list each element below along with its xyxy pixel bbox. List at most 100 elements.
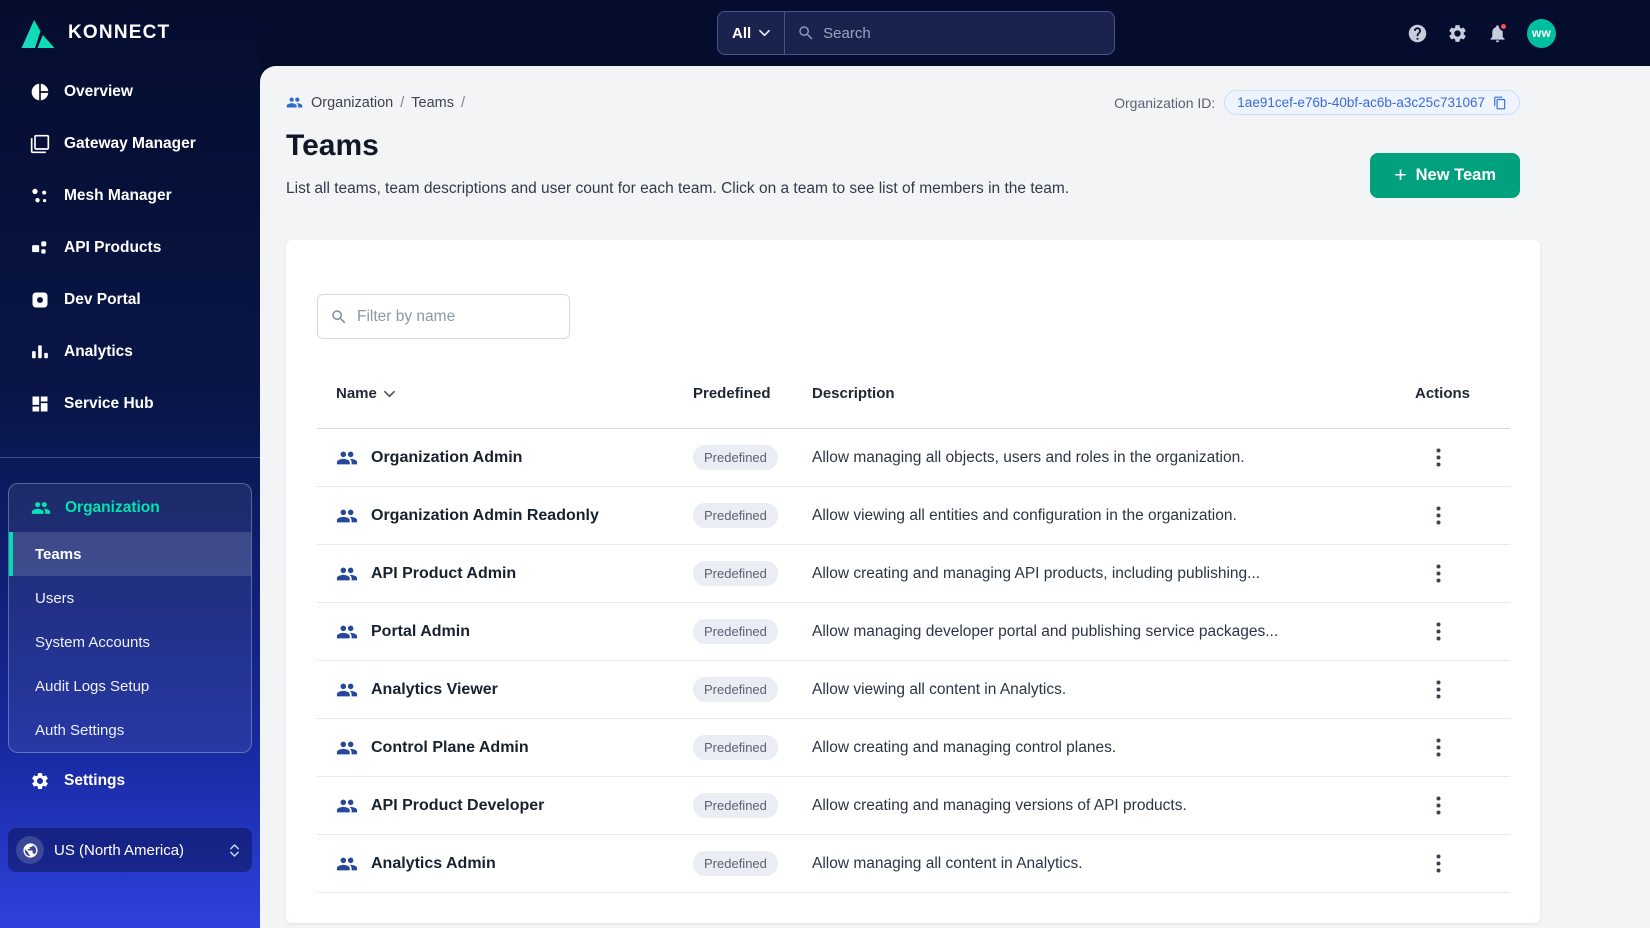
sidebar-item-api-products[interactable]: API Products	[0, 222, 260, 274]
filter-search-icon	[330, 308, 348, 326]
content-area: Organization / Teams / Organization ID: …	[260, 66, 1650, 928]
predefined-cell: Predefined	[693, 793, 812, 818]
org-id-pill[interactable]: 1ae91cef-e76b-40bf-ac6b-a3c25c731067	[1224, 90, 1520, 115]
breadcrumb-organization[interactable]: Organization	[311, 95, 393, 111]
globe-icon	[16, 836, 44, 864]
predefined-cell: Predefined	[693, 735, 812, 760]
table-row[interactable]: API Product Developer Predefined Allow c…	[317, 777, 1510, 835]
title-block: Teams List all teams, team descriptions …	[286, 130, 1069, 198]
table-row[interactable]: Analytics Viewer Predefined Allow viewin…	[317, 661, 1510, 719]
sidebar-subitem-system-accounts[interactable]: System Accounts	[9, 620, 251, 664]
kebab-menu-icon[interactable]	[1436, 796, 1441, 815]
team-people-icon	[336, 563, 358, 585]
kebab-menu-icon[interactable]	[1436, 506, 1441, 525]
predefined-badge: Predefined	[693, 619, 778, 644]
breadcrumb-separator: /	[400, 94, 405, 111]
actions-cell	[1390, 796, 1510, 815]
team-name-cell: Portal Admin	[317, 621, 693, 643]
organization-subnav: Teams Users System Accounts Audit Logs S…	[9, 532, 251, 752]
team-name: Organization Admin	[371, 448, 523, 466]
settings-gear-icon	[30, 771, 50, 791]
teams-table-body: Organization Admin Predefined Allow mana…	[317, 429, 1510, 893]
filter-input-wrapper[interactable]	[317, 294, 570, 339]
sort-chevron-down-icon	[384, 390, 395, 398]
sidebar-item-mesh-manager[interactable]: Mesh Manager	[0, 170, 260, 222]
sidebar-subitem-auth-settings[interactable]: Auth Settings	[9, 708, 251, 752]
team-name: API Product Admin	[371, 564, 517, 582]
page-title: Teams	[286, 129, 379, 162]
new-team-button[interactable]: + New Team	[1370, 153, 1520, 198]
table-row[interactable]: API Product Admin Predefined Allow creat…	[317, 545, 1510, 603]
kebab-menu-icon[interactable]	[1436, 854, 1441, 873]
kebab-menu-icon[interactable]	[1436, 738, 1441, 757]
team-people-icon	[336, 853, 358, 875]
konnect-logo[interactable]: KONNECT	[0, 0, 260, 66]
predefined-badge: Predefined	[693, 445, 778, 470]
help-icon[interactable]	[1407, 23, 1428, 44]
team-name-cell: Control Plane Admin	[317, 737, 693, 759]
kebab-menu-icon[interactable]	[1436, 680, 1441, 699]
table-row[interactable]: Control Plane Admin Predefined Allow cre…	[317, 719, 1510, 777]
team-name: Control Plane Admin	[371, 738, 529, 756]
table-header: Name Predefined Description Actions	[317, 385, 1510, 429]
sidebar-item-organization[interactable]: Organization	[9, 484, 251, 532]
team-name: Analytics Admin	[371, 854, 496, 872]
sidebar-item-gateway-manager[interactable]: Gateway Manager	[0, 118, 260, 170]
content-header: Organization / Teams / Organization ID: …	[286, 90, 1540, 198]
actions-cell	[1390, 680, 1510, 699]
team-people-icon	[336, 447, 358, 469]
column-header-description: Description	[812, 385, 895, 402]
copy-icon[interactable]	[1493, 96, 1507, 110]
breadcrumb-teams[interactable]: Teams	[411, 95, 454, 111]
predefined-cell: Predefined	[693, 677, 812, 702]
global-search[interactable]: All	[717, 11, 1115, 55]
team-people-icon	[336, 679, 358, 701]
team-name-cell: API Product Admin	[317, 563, 693, 585]
gateway-manager-icon	[30, 134, 50, 154]
search-input[interactable]	[823, 24, 1114, 42]
table-row[interactable]: Organization Admin Readonly Predefined A…	[317, 487, 1510, 545]
team-people-icon	[336, 795, 358, 817]
sidebar-item-dev-portal[interactable]: Dev Portal	[0, 274, 260, 326]
sidebar-subitem-users[interactable]: Users	[9, 576, 251, 620]
predefined-badge: Predefined	[693, 561, 778, 586]
kebab-menu-icon[interactable]	[1436, 622, 1441, 641]
gear-icon[interactable]	[1447, 23, 1468, 44]
sidebar-item-analytics[interactable]: Analytics	[0, 326, 260, 378]
predefined-cell: Predefined	[693, 503, 812, 528]
filter-input[interactable]	[357, 307, 557, 326]
table-row[interactable]: Organization Admin Predefined Allow mana…	[317, 429, 1510, 487]
org-id-label: Organization ID:	[1114, 94, 1216, 111]
team-people-icon	[336, 621, 358, 643]
team-description: Allow creating and managing versions of …	[812, 796, 1187, 814]
notifications-bell-icon[interactable]	[1487, 21, 1508, 44]
team-name-cell: Analytics Admin	[317, 853, 693, 875]
sidebar-item-overview[interactable]: Overview	[0, 66, 260, 118]
column-header-name[interactable]: Name	[317, 385, 693, 402]
predefined-badge: Predefined	[693, 793, 778, 818]
user-avatar[interactable]: ww	[1527, 18, 1556, 48]
page-backdrop: Organization / Teams / Organization ID: …	[260, 66, 1650, 928]
team-name: API Product Developer	[371, 796, 545, 814]
region-selector[interactable]: US (North America)	[8, 828, 252, 872]
chevron-updown-icon	[229, 843, 240, 858]
region-label: US (North America)	[54, 841, 185, 859]
teams-card: Name Predefined Description Actions Orga…	[286, 240, 1540, 923]
actions-cell	[1390, 738, 1510, 757]
main-area: All ww	[260, 0, 1650, 928]
table-row[interactable]: Analytics Admin Predefined Allow managin…	[317, 835, 1510, 893]
table-row[interactable]: Portal Admin Predefined Allow managing d…	[317, 603, 1510, 661]
breadcrumb-organization-icon	[286, 94, 303, 111]
kebab-menu-icon[interactable]	[1436, 564, 1441, 583]
sidebar-item-settings[interactable]: Settings	[0, 755, 260, 807]
mesh-manager-icon	[30, 186, 50, 206]
overview-icon	[30, 82, 50, 102]
sidebar-subitem-teams[interactable]: Teams	[9, 532, 251, 576]
team-people-icon	[336, 505, 358, 527]
kebab-menu-icon[interactable]	[1436, 448, 1441, 467]
sidebar-subitem-audit-logs-setup[interactable]: Audit Logs Setup	[9, 664, 251, 708]
sidebar-item-service-hub[interactable]: Service Hub	[0, 378, 260, 430]
org-id-value: 1ae91cef-e76b-40bf-ac6b-a3c25c731067	[1237, 95, 1485, 110]
search-scope-dropdown[interactable]: All	[718, 12, 786, 54]
team-name: Organization Admin Readonly	[371, 506, 599, 524]
